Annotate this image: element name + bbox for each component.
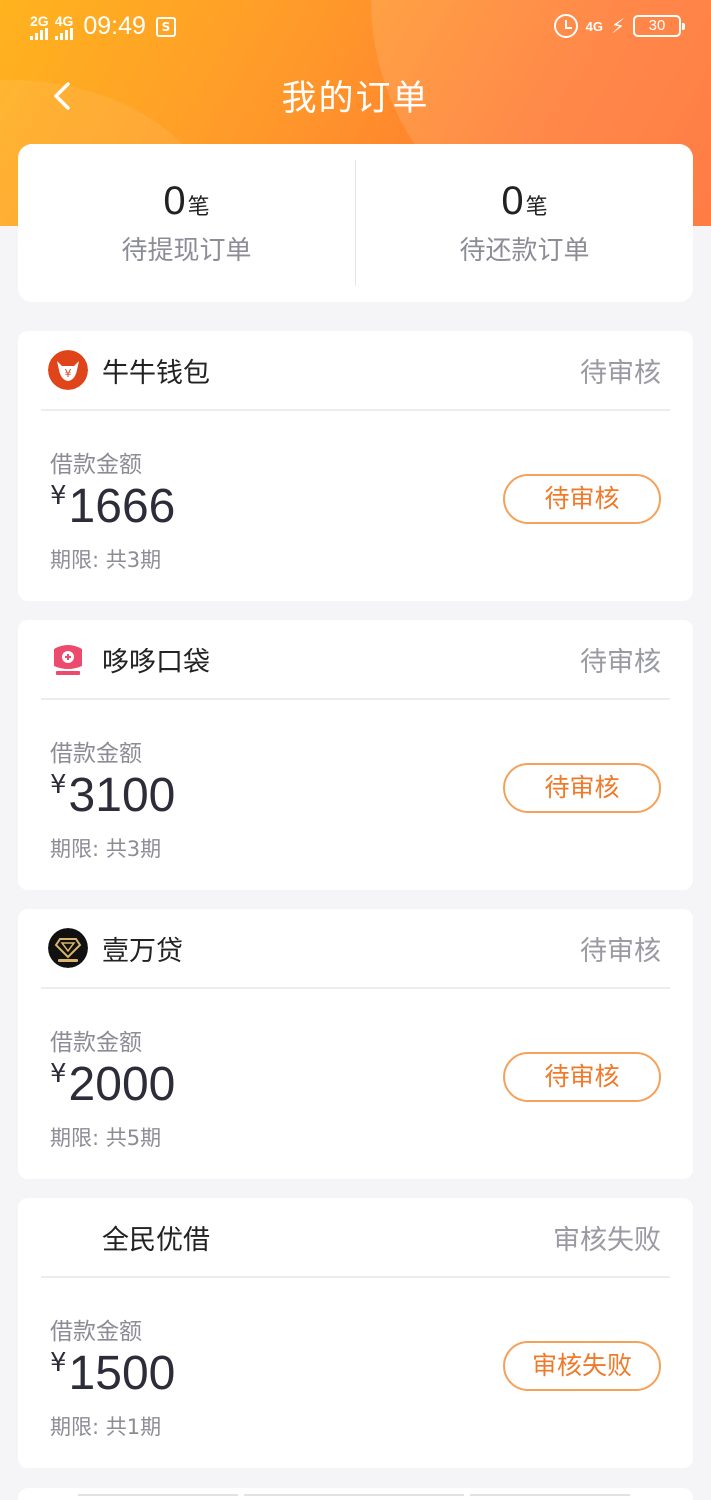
loan-period: 期限: 共3期 [50,548,162,572]
amount-label: 借款金额 [50,741,142,767]
yiwandai-logo-icon [48,928,88,968]
order-card-header: 全民优借 审核失败 [18,1198,693,1276]
order-status-text: 待审核 [580,647,661,678]
svg-text:¥: ¥ [65,367,72,380]
niuniu-wallet-logo-icon: ¥ [48,350,88,390]
order-card[interactable]: 全民优借 审核失败 借款金额 ¥1500 期限: 共1期 审核失败 [18,1198,693,1468]
page-title: 我的订单 [281,79,430,119]
order-card-header: 哆哆口袋 待审核 [18,620,693,698]
amount-label: 借款金额 [50,1030,142,1056]
currency-symbol: ¥ [50,1348,67,1378]
loan-period: 期限: 共5期 [50,1126,162,1150]
alarm-icon [553,14,578,38]
battery-icon: 30 [633,15,685,37]
amount-value: 1500 [68,1347,176,1400]
app-name: 壹万贷 [102,936,183,967]
loan-amount: ¥1500 [50,1346,175,1401]
clock: 09:49 [83,12,146,40]
order-status-text: 待审核 [580,358,661,389]
duoduo-pocket-logo-icon [48,639,88,679]
order-card-header: ¥ 牛牛钱包 待审核 [18,331,693,409]
currency-symbol: ¥ [50,481,67,511]
amount-label: 借款金额 [50,452,142,478]
amount-value: 2000 [68,1058,176,1111]
loan-amount: ¥1666 [50,479,175,534]
pending-repay-count: 0 [501,179,524,223]
order-status-text: 审核失败 [553,1225,661,1256]
divider [41,987,670,989]
network-type: 4G [585,18,603,34]
app-name: 全民优借 [102,1225,210,1256]
order-summary-card: 0笔 待提现订单 0笔 待还款订单 [18,144,693,302]
loan-amount: ¥3100 [50,768,175,823]
pending-withdraw-unit: 笔 [187,195,210,220]
signal-sim1-icon: 2G [30,14,49,40]
status-button[interactable]: 审核失败 [503,1341,661,1391]
signal-sim2-icon: 4G [54,14,73,40]
divider [41,409,670,411]
pending-withdraw-summary[interactable]: 0笔 待提现订单 [18,179,355,267]
currency-symbol: ¥ [50,1059,67,1089]
loan-period: 期限: 共3期 [50,837,162,861]
status-button[interactable]: 待审核 [503,763,661,813]
pending-withdraw-label: 待提现订单 [121,236,252,266]
currency-symbol: ¥ [50,770,67,800]
app-name: 牛牛钱包 [102,358,210,389]
pending-repay-summary[interactable]: 0笔 待还款订单 [356,179,693,267]
loan-period: 期限: 共1期 [50,1415,162,1439]
amount-value: 1666 [68,480,176,533]
notification-s-icon: S [155,16,176,37]
order-card[interactable]: 壹万贷 待审核 借款金额 ¥2000 期限: 共5期 待审核 [18,909,693,1179]
pending-repay-label: 待还款订单 [459,236,590,266]
order-status-text: 待审核 [580,936,661,967]
divider [41,1276,670,1278]
divider [41,698,670,700]
order-card[interactable]: ¥ 牛牛钱包 待审核 借款金额 ¥1666 期限: 共3期 待审核 [18,331,693,601]
pending-withdraw-count: 0 [163,179,186,223]
pending-repay-unit: 笔 [525,195,548,220]
amount-label: 借款金额 [50,1319,142,1345]
amount-value: 3100 [68,769,176,822]
charging-icon: ⚡ [610,14,625,38]
order-card[interactable]: 哆哆口袋 待审核 借款金额 ¥3100 期限: 共3期 待审核 [18,620,693,890]
status-bar: 2G 4G 09:49 S 4G ⚡ 30 [0,0,711,56]
loan-amount: ¥2000 [50,1057,175,1112]
order-card-header: 壹万贷 待审核 [18,909,693,987]
next-order-card-partial[interactable] [18,1488,693,1500]
status-button[interactable]: 待审核 [503,474,661,524]
status-button[interactable]: 待审核 [503,1052,661,1102]
app-name: 哆哆口袋 [102,647,210,678]
